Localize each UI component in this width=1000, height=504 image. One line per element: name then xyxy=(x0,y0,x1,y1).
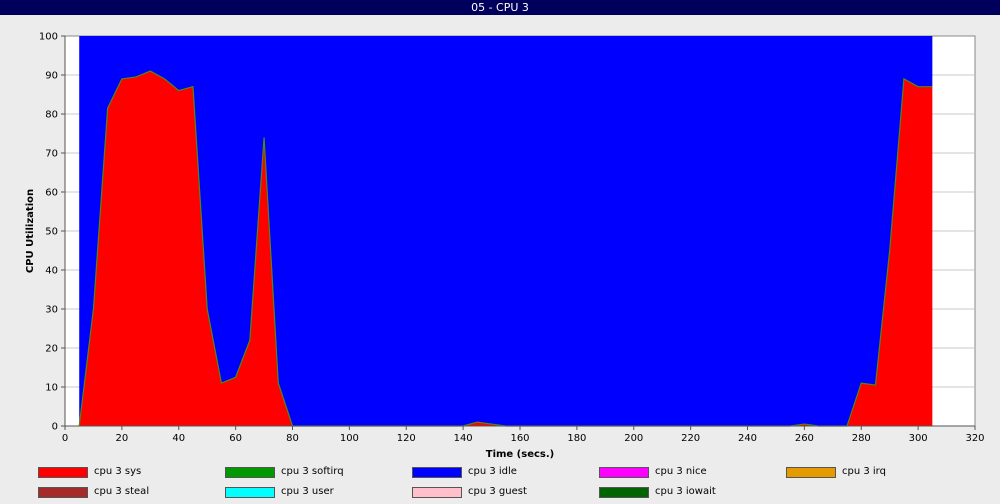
x-tick-label: 320 xyxy=(965,433,984,444)
legend-swatch xyxy=(412,487,462,498)
legend-label: cpu 3 guest xyxy=(468,486,527,497)
x-tick-label: 40 xyxy=(172,433,185,444)
y-tick-label: 0 xyxy=(52,422,58,433)
legend-label: cpu 3 irq xyxy=(842,466,886,477)
x-tick-label: 20 xyxy=(116,433,129,444)
y-tick-label: 70 xyxy=(45,149,58,160)
window-title: 05 - CPU 3 xyxy=(0,0,1000,15)
y-tick-label: 20 xyxy=(45,344,58,355)
cpu-utilization-chart: 0 10 20 30 40 50 60 70 80 90 100 0 20 40 60 80 100 120 140… xyxy=(25,32,985,461)
legend-label: cpu 3 user xyxy=(281,486,334,497)
legend-label: cpu 3 steal xyxy=(94,486,150,497)
chart-legend: cpu 3 sys cpu 3 softirq cpu 3 idle cpu 3 ni… xyxy=(0,464,1000,504)
y-axis-title: CPU Utilization xyxy=(25,189,36,273)
y-tick-label: 100 xyxy=(39,32,58,43)
x-tick-label: 180 xyxy=(567,433,586,444)
legend-swatch xyxy=(786,467,836,478)
legend-swatch xyxy=(38,467,88,478)
x-tick-label: 240 xyxy=(738,433,757,444)
y-tick-label: 50 xyxy=(45,227,58,238)
x-tick-label: 140 xyxy=(454,433,473,444)
legend-label: cpu 3 nice xyxy=(655,466,707,477)
y-tick-label: 80 xyxy=(45,110,58,121)
y-tick-label: 60 xyxy=(45,188,58,199)
x-tick-label: 60 xyxy=(229,433,242,444)
x-tick-label: 100 xyxy=(340,433,359,444)
x-tick-label: 160 xyxy=(510,433,529,444)
legend-label: cpu 3 iowait xyxy=(655,486,716,497)
x-tick-label: 220 xyxy=(681,433,700,444)
legend-swatch xyxy=(38,487,88,498)
x-axis-title: Time (secs.) xyxy=(486,449,555,460)
x-tick-label: 200 xyxy=(624,433,643,444)
legend-label: cpu 3 idle xyxy=(468,466,517,477)
x-tick-label: 80 xyxy=(286,433,299,444)
x-tick-label: 120 xyxy=(397,433,416,444)
legend-label: cpu 3 softirq xyxy=(281,466,344,477)
y-tick-label: 40 xyxy=(45,266,58,277)
x-tick-label: 260 xyxy=(795,433,814,444)
legend-swatch xyxy=(412,467,462,478)
x-tick-label: 300 xyxy=(909,433,928,444)
legend-swatch xyxy=(225,487,275,498)
series-areas xyxy=(78,36,933,427)
legend-label: cpu 3 sys xyxy=(94,466,142,477)
y-tick-label: 10 xyxy=(45,383,58,394)
y-tick-label: 90 xyxy=(45,71,58,82)
x-tick-label: 0 xyxy=(62,433,68,444)
legend-swatch xyxy=(599,467,649,478)
legend-swatch xyxy=(599,487,649,498)
x-tick-label: 280 xyxy=(852,433,871,444)
legend-swatch xyxy=(225,467,275,478)
y-tick-label: 30 xyxy=(45,305,58,316)
